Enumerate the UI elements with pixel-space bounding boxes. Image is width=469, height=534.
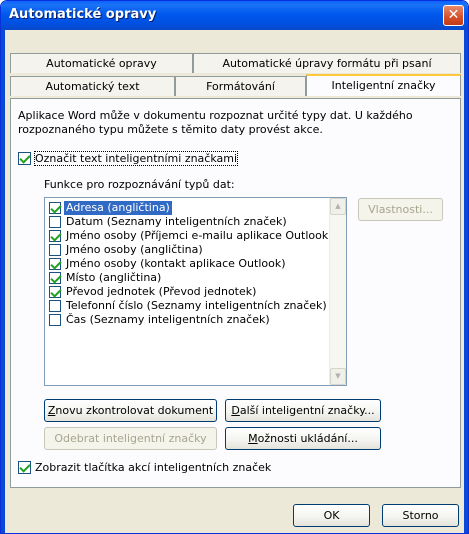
show-action-buttons-label[interactable]: Zobrazit tlačítka akcí inteligentních zn… bbox=[35, 461, 271, 474]
recognizers-heading: Funkce pro rozpoznávání typů dat: bbox=[44, 178, 235, 191]
label-smart-tags-label[interactable]: Označit text inteligentními značkami bbox=[33, 151, 239, 166]
list-item[interactable]: Místo (angličtina) bbox=[47, 271, 327, 285]
list-item[interactable]: Telefonní číslo (Seznamy inteligentních … bbox=[47, 299, 327, 313]
cancel-button[interactable]: Storno bbox=[382, 504, 459, 527]
list-item-checkbox[interactable] bbox=[49, 258, 61, 270]
tab-formatting[interactable]: Formátování bbox=[175, 76, 306, 96]
list-item-checkbox[interactable] bbox=[49, 314, 61, 326]
list-item-checkbox[interactable] bbox=[49, 230, 61, 242]
window-frame-left bbox=[1, 30, 5, 533]
list-item-checkbox[interactable] bbox=[49, 300, 61, 312]
tab-smart-tags[interactable]: Inteligentní značky bbox=[306, 74, 461, 96]
list-item[interactable]: Jméno osoby (Příjemci e-mailu aplikace O… bbox=[47, 229, 333, 243]
label-smart-tags-checkbox[interactable] bbox=[18, 152, 31, 165]
scroll-up-icon[interactable]: ▲ bbox=[330, 198, 346, 215]
save-options-button[interactable]: Možnosti ukládání... bbox=[225, 427, 381, 450]
tab-autotext[interactable]: Automatický text bbox=[10, 76, 175, 96]
remove-smart-tags-button[interactable]: Odebrat inteligentní značky bbox=[44, 427, 217, 450]
title-bar[interactable]: Automatické opravy ✕ bbox=[1, 1, 468, 30]
list-item[interactable]: Jméno osoby (kontakt aplikace Outlook) bbox=[47, 257, 327, 271]
list-item-label: Převod jednotek (Převod jednotek) bbox=[66, 285, 257, 298]
close-icon: ✕ bbox=[447, 7, 460, 23]
tab-autoformat-as-you-type[interactable]: Automatické úpravy formátu při psaní bbox=[193, 53, 461, 73]
list-item-checkbox[interactable] bbox=[49, 286, 61, 298]
close-button[interactable]: ✕ bbox=[443, 5, 464, 26]
list-item-checkbox[interactable] bbox=[49, 216, 61, 228]
list-item-label: Jméno osoby (angličtina) bbox=[66, 243, 203, 256]
list-item[interactable]: Čas (Seznamy inteligentních značek) bbox=[47, 313, 327, 327]
list-item-label: Čas (Seznamy inteligentních značek) bbox=[66, 313, 270, 326]
list-scrollbar[interactable]: ▲ ▼ bbox=[329, 198, 346, 385]
list-item-checkbox[interactable] bbox=[49, 202, 61, 214]
description-text: Aplikace Word může v dokumentu rozpoznat… bbox=[18, 109, 413, 136]
ok-button[interactable]: OK bbox=[293, 504, 370, 527]
tab-autocorrect[interactable]: Automatické opravy bbox=[10, 53, 193, 73]
window-frame-right bbox=[464, 30, 468, 533]
list-item-label: Jméno osoby (kontakt aplikace Outlook) bbox=[66, 257, 286, 270]
list-item-label: Adresa (angličtina) bbox=[64, 201, 172, 215]
autocorrect-dialog: Automatické opravy ✕ Automatické opravy … bbox=[0, 0, 469, 534]
list-item-checkbox[interactable] bbox=[49, 272, 61, 284]
dialog-title: Automatické opravy bbox=[9, 7, 157, 22]
recognizers-list[interactable]: Adresa (angličtina) Datum (Seznamy intel… bbox=[44, 197, 347, 386]
list-item-label: Jméno osoby (Příjemci e-mailu aplikace O… bbox=[66, 229, 333, 242]
list-item-checkbox[interactable] bbox=[49, 244, 61, 256]
list-item[interactable]: Převod jednotek (Převod jednotek) bbox=[47, 285, 327, 299]
list-item[interactable]: Datum (Seznamy inteligentních značek) bbox=[47, 215, 327, 229]
list-item-label: Místo (angličtina) bbox=[66, 271, 162, 284]
list-item[interactable]: Jméno osoby (angličtina) bbox=[47, 243, 327, 257]
list-item[interactable]: Adresa (angličtina) bbox=[47, 201, 327, 215]
list-item-label: Datum (Seznamy inteligentních značek) bbox=[66, 215, 287, 228]
scroll-down-icon[interactable]: ▼ bbox=[330, 368, 346, 385]
list-item-label: Telefonní číslo (Seznamy inteligentních … bbox=[66, 299, 327, 312]
properties-button[interactable]: Vlastnosti... bbox=[358, 198, 443, 221]
recheck-document-button[interactable]: Znovu zkontrolovat dokument bbox=[44, 399, 217, 422]
more-smart-tags-button[interactable]: Další inteligentní značky... bbox=[225, 399, 381, 422]
show-action-buttons-checkbox[interactable] bbox=[18, 461, 31, 474]
